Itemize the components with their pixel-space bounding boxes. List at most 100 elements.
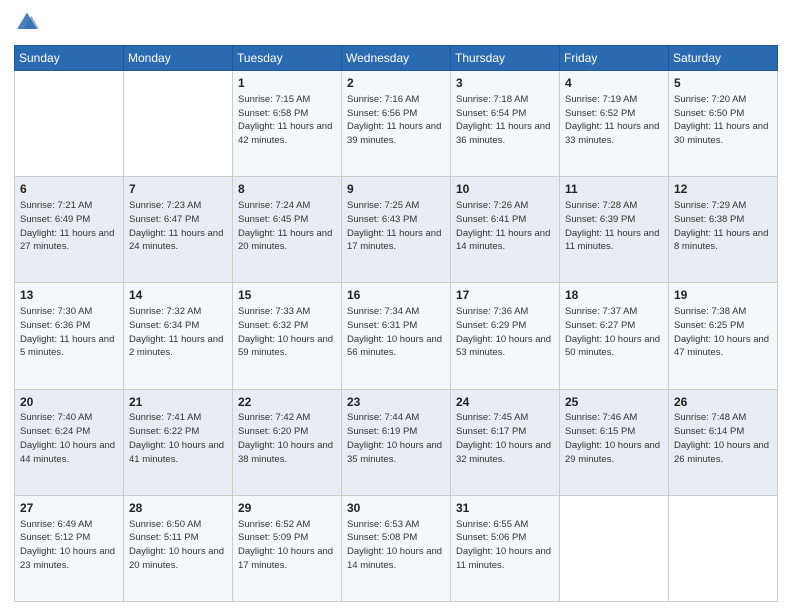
- calendar-cell: 11Sunrise: 7:28 AM Sunset: 6:39 PM Dayli…: [560, 177, 669, 283]
- day-number: 11: [565, 181, 663, 198]
- calendar-cell: 4Sunrise: 7:19 AM Sunset: 6:52 PM Daylig…: [560, 71, 669, 177]
- calendar-cell: 31Sunrise: 6:55 AM Sunset: 5:06 PM Dayli…: [451, 495, 560, 601]
- day-info: Sunrise: 7:40 AM Sunset: 6:24 PM Dayligh…: [20, 411, 118, 466]
- weekday-wednesday: Wednesday: [342, 46, 451, 71]
- header: [14, 10, 778, 37]
- day-number: 3: [456, 75, 554, 92]
- day-number: 21: [129, 394, 227, 411]
- day-number: 12: [674, 181, 772, 198]
- calendar-cell: 29Sunrise: 6:52 AM Sunset: 5:09 PM Dayli…: [233, 495, 342, 601]
- day-number: 8: [238, 181, 336, 198]
- day-number: 25: [565, 394, 663, 411]
- calendar-cell: 26Sunrise: 7:48 AM Sunset: 6:14 PM Dayli…: [669, 389, 778, 495]
- weekday-header-row: SundayMondayTuesdayWednesdayThursdayFrid…: [15, 46, 778, 71]
- day-info: Sunrise: 7:26 AM Sunset: 6:41 PM Dayligh…: [456, 199, 554, 254]
- day-info: Sunrise: 7:24 AM Sunset: 6:45 PM Dayligh…: [238, 199, 336, 254]
- calendar-cell: [124, 71, 233, 177]
- day-number: 31: [456, 500, 554, 517]
- calendar-cell: 28Sunrise: 6:50 AM Sunset: 5:11 PM Dayli…: [124, 495, 233, 601]
- calendar-cell: 18Sunrise: 7:37 AM Sunset: 6:27 PM Dayli…: [560, 283, 669, 389]
- day-info: Sunrise: 7:23 AM Sunset: 6:47 PM Dayligh…: [129, 199, 227, 254]
- day-number: 9: [347, 181, 445, 198]
- day-info: Sunrise: 6:55 AM Sunset: 5:06 PM Dayligh…: [456, 518, 554, 573]
- calendar-cell: [15, 71, 124, 177]
- day-number: 17: [456, 287, 554, 304]
- calendar-cell: 19Sunrise: 7:38 AM Sunset: 6:25 PM Dayli…: [669, 283, 778, 389]
- calendar-cell: 5Sunrise: 7:20 AM Sunset: 6:50 PM Daylig…: [669, 71, 778, 177]
- day-info: Sunrise: 7:29 AM Sunset: 6:38 PM Dayligh…: [674, 199, 772, 254]
- calendar-cell: 3Sunrise: 7:18 AM Sunset: 6:54 PM Daylig…: [451, 71, 560, 177]
- weekday-saturday: Saturday: [669, 46, 778, 71]
- calendar-cell: 6Sunrise: 7:21 AM Sunset: 6:49 PM Daylig…: [15, 177, 124, 283]
- day-info: Sunrise: 7:19 AM Sunset: 6:52 PM Dayligh…: [565, 93, 663, 148]
- calendar-cell: 8Sunrise: 7:24 AM Sunset: 6:45 PM Daylig…: [233, 177, 342, 283]
- week-row-1: 1Sunrise: 7:15 AM Sunset: 6:58 PM Daylig…: [15, 71, 778, 177]
- calendar-cell: 12Sunrise: 7:29 AM Sunset: 6:38 PM Dayli…: [669, 177, 778, 283]
- calendar-cell: 13Sunrise: 7:30 AM Sunset: 6:36 PM Dayli…: [15, 283, 124, 389]
- calendar-cell: 17Sunrise: 7:36 AM Sunset: 6:29 PM Dayli…: [451, 283, 560, 389]
- calendar-cell: 14Sunrise: 7:32 AM Sunset: 6:34 PM Dayli…: [124, 283, 233, 389]
- calendar-cell: 10Sunrise: 7:26 AM Sunset: 6:41 PM Dayli…: [451, 177, 560, 283]
- day-number: 14: [129, 287, 227, 304]
- week-row-4: 20Sunrise: 7:40 AM Sunset: 6:24 PM Dayli…: [15, 389, 778, 495]
- day-number: 24: [456, 394, 554, 411]
- calendar-cell: 24Sunrise: 7:45 AM Sunset: 6:17 PM Dayli…: [451, 389, 560, 495]
- day-info: Sunrise: 7:42 AM Sunset: 6:20 PM Dayligh…: [238, 411, 336, 466]
- calendar-cell: 20Sunrise: 7:40 AM Sunset: 6:24 PM Dayli…: [15, 389, 124, 495]
- day-info: Sunrise: 7:28 AM Sunset: 6:39 PM Dayligh…: [565, 199, 663, 254]
- calendar-cell: [560, 495, 669, 601]
- day-number: 20: [20, 394, 118, 411]
- day-info: Sunrise: 7:45 AM Sunset: 6:17 PM Dayligh…: [456, 411, 554, 466]
- weekday-tuesday: Tuesday: [233, 46, 342, 71]
- day-info: Sunrise: 6:52 AM Sunset: 5:09 PM Dayligh…: [238, 518, 336, 573]
- day-info: Sunrise: 7:21 AM Sunset: 6:49 PM Dayligh…: [20, 199, 118, 254]
- day-info: Sunrise: 7:36 AM Sunset: 6:29 PM Dayligh…: [456, 305, 554, 360]
- day-number: 10: [456, 181, 554, 198]
- calendar-cell: 25Sunrise: 7:46 AM Sunset: 6:15 PM Dayli…: [560, 389, 669, 495]
- day-number: 15: [238, 287, 336, 304]
- day-number: 27: [20, 500, 118, 517]
- calendar-table: SundayMondayTuesdayWednesdayThursdayFrid…: [14, 45, 778, 602]
- weekday-thursday: Thursday: [451, 46, 560, 71]
- day-info: Sunrise: 7:20 AM Sunset: 6:50 PM Dayligh…: [674, 93, 772, 148]
- day-info: Sunrise: 7:33 AM Sunset: 6:32 PM Dayligh…: [238, 305, 336, 360]
- week-row-2: 6Sunrise: 7:21 AM Sunset: 6:49 PM Daylig…: [15, 177, 778, 283]
- day-info: Sunrise: 6:50 AM Sunset: 5:11 PM Dayligh…: [129, 518, 227, 573]
- day-info: Sunrise: 7:44 AM Sunset: 6:19 PM Dayligh…: [347, 411, 445, 466]
- calendar-cell: 22Sunrise: 7:42 AM Sunset: 6:20 PM Dayli…: [233, 389, 342, 495]
- weekday-sunday: Sunday: [15, 46, 124, 71]
- calendar-cell: 1Sunrise: 7:15 AM Sunset: 6:58 PM Daylig…: [233, 71, 342, 177]
- week-row-5: 27Sunrise: 6:49 AM Sunset: 5:12 PM Dayli…: [15, 495, 778, 601]
- day-info: Sunrise: 7:41 AM Sunset: 6:22 PM Dayligh…: [129, 411, 227, 466]
- day-info: Sunrise: 7:37 AM Sunset: 6:27 PM Dayligh…: [565, 305, 663, 360]
- day-number: 18: [565, 287, 663, 304]
- calendar-cell: 2Sunrise: 7:16 AM Sunset: 6:56 PM Daylig…: [342, 71, 451, 177]
- day-number: 29: [238, 500, 336, 517]
- week-row-3: 13Sunrise: 7:30 AM Sunset: 6:36 PM Dayli…: [15, 283, 778, 389]
- weekday-monday: Monday: [124, 46, 233, 71]
- day-number: 6: [20, 181, 118, 198]
- day-info: Sunrise: 7:38 AM Sunset: 6:25 PM Dayligh…: [674, 305, 772, 360]
- day-info: Sunrise: 7:30 AM Sunset: 6:36 PM Dayligh…: [20, 305, 118, 360]
- calendar-cell: 30Sunrise: 6:53 AM Sunset: 5:08 PM Dayli…: [342, 495, 451, 601]
- day-number: 2: [347, 75, 445, 92]
- calendar-cell: 15Sunrise: 7:33 AM Sunset: 6:32 PM Dayli…: [233, 283, 342, 389]
- day-number: 5: [674, 75, 772, 92]
- calendar-cell: [669, 495, 778, 601]
- calendar-cell: 23Sunrise: 7:44 AM Sunset: 6:19 PM Dayli…: [342, 389, 451, 495]
- calendar-cell: 27Sunrise: 6:49 AM Sunset: 5:12 PM Dayli…: [15, 495, 124, 601]
- day-number: 4: [565, 75, 663, 92]
- day-number: 26: [674, 394, 772, 411]
- day-number: 30: [347, 500, 445, 517]
- day-info: Sunrise: 7:46 AM Sunset: 6:15 PM Dayligh…: [565, 411, 663, 466]
- calendar-cell: 7Sunrise: 7:23 AM Sunset: 6:47 PM Daylig…: [124, 177, 233, 283]
- logo: [14, 10, 38, 37]
- day-info: Sunrise: 6:53 AM Sunset: 5:08 PM Dayligh…: [347, 518, 445, 573]
- day-number: 22: [238, 394, 336, 411]
- calendar-cell: 9Sunrise: 7:25 AM Sunset: 6:43 PM Daylig…: [342, 177, 451, 283]
- calendar-cell: 16Sunrise: 7:34 AM Sunset: 6:31 PM Dayli…: [342, 283, 451, 389]
- day-number: 7: [129, 181, 227, 198]
- calendar-cell: 21Sunrise: 7:41 AM Sunset: 6:22 PM Dayli…: [124, 389, 233, 495]
- day-number: 1: [238, 75, 336, 92]
- day-info: Sunrise: 7:32 AM Sunset: 6:34 PM Dayligh…: [129, 305, 227, 360]
